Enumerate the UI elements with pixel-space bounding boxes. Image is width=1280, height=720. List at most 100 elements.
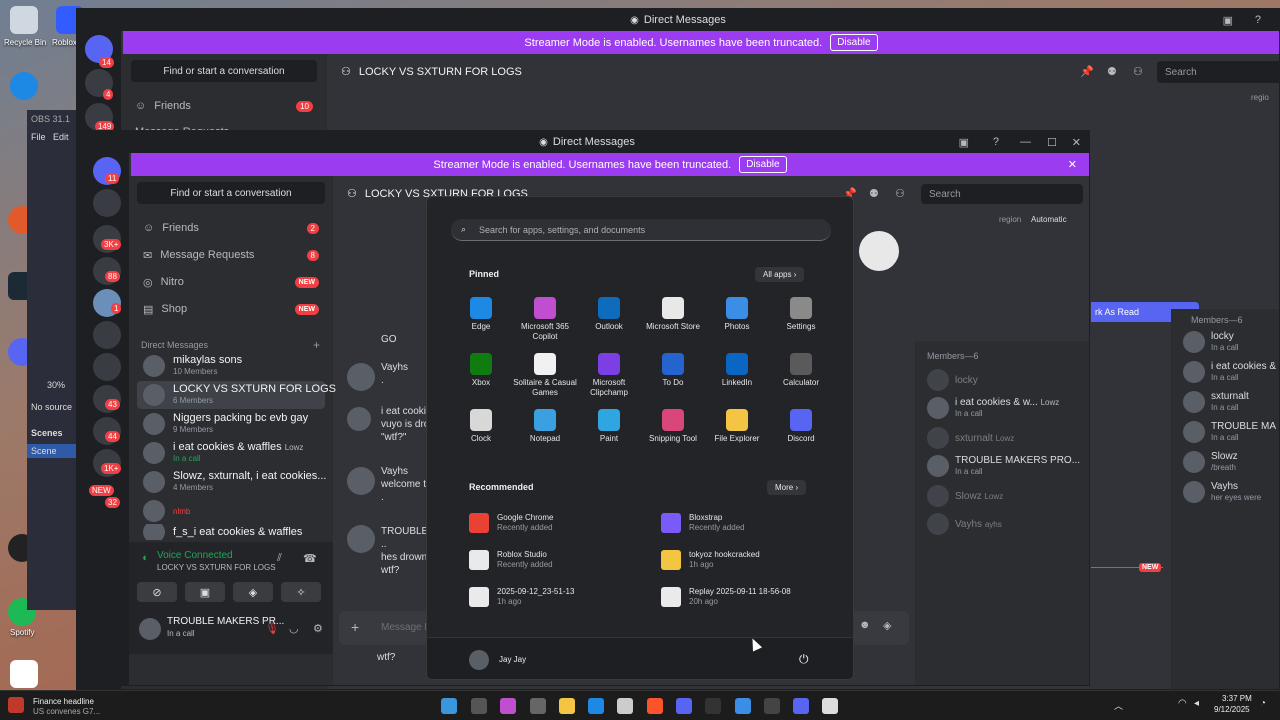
activity-button[interactable]: ◈ — [233, 582, 273, 602]
notification-bell-icon[interactable]: ◔ — [1260, 698, 1266, 709]
pinned-app[interactable]: Microsoft Clipchamp — [577, 353, 641, 398]
start-search-input[interactable]: ⌕ Search for apps, settings, and documen… — [451, 219, 831, 241]
user-avatar[interactable] — [139, 618, 161, 640]
obs-scene-item[interactable]: Scene — [27, 444, 77, 458]
soundboard-button[interactable]: ✧ — [281, 582, 321, 602]
pinned-app[interactable]: Clock — [449, 409, 513, 444]
voice-status[interactable]: Voice Connected — [157, 550, 233, 561]
pinned-app[interactable]: Notepad — [513, 409, 577, 444]
pinned-app[interactable]: Snipping Tool — [641, 409, 705, 444]
add-attachment-icon[interactable]: + — [351, 619, 359, 635]
dm-item[interactable]: mikaylas sons 10 Members — [137, 352, 325, 380]
roblox-studio-desktop-icon[interactable] — [10, 660, 38, 688]
search-input[interactable]: Search — [921, 184, 1083, 204]
member-row[interactable]: i eat cookies & w... Lowz In a call — [927, 397, 1059, 419]
help-icon[interactable]: ? — [993, 136, 999, 148]
copilot-icon[interactable] — [500, 698, 516, 714]
inbox-icon[interactable]: ▣ — [1223, 14, 1233, 27]
headphones-icon[interactable]: ◡ — [289, 622, 299, 635]
pinned-app[interactable]: Solitaire & Casual Games — [513, 353, 577, 398]
nav-message-requests[interactable]: ✉ Message Requests 8 — [137, 243, 325, 267]
pinned-app[interactable]: File Explorer — [705, 409, 769, 444]
camera-off-button[interactable]: ⊘ — [137, 582, 177, 602]
file-explorer-icon[interactable] — [559, 698, 575, 714]
dm-item[interactable]: i eat cookies & waffles Lowz In a call — [137, 439, 325, 467]
member-row[interactable]: TROUBLE MA In a call — [1183, 421, 1276, 443]
pinned-app[interactable]: Settings — [769, 297, 833, 332]
member-row[interactable]: sxturnalt Lowz — [927, 427, 1014, 449]
start-button-icon[interactable] — [441, 698, 457, 714]
news-widget[interactable]: Finance headline US convenes G7... — [8, 695, 128, 717]
edge-desktop-icon[interactable] — [10, 72, 38, 100]
noise-suppression-icon[interactable]: ⫽ — [277, 552, 282, 565]
member-row[interactable]: Vayhs ayhs — [927, 513, 1002, 535]
recommended-item[interactable]: Roblox Studio Recently added — [469, 550, 553, 570]
help-icon[interactable]: ? — [1255, 14, 1261, 26]
recommended-item[interactable]: Replay 2025-09-11 18-56-08 20h ago — [661, 587, 791, 607]
power-icon[interactable]: ⏻ — [799, 652, 809, 667]
screen-share-icon[interactable]: ▣ — [959, 136, 969, 149]
discord-icon[interactable] — [793, 698, 809, 714]
volume-icon[interactable]: ◂ — [1194, 698, 1199, 709]
find-conversation-button[interactable]: Find or start a conversation — [131, 60, 317, 82]
search-input[interactable]: Search — [1157, 61, 1279, 83]
dm-item[interactable]: nlmb — [137, 497, 325, 525]
member-row[interactable]: locky — [927, 369, 978, 391]
dm-item[interactable]: Niggers packing bc evb gay 9 Members — [137, 410, 325, 438]
member-row[interactable]: TROUBLE MAKERS PRO... In a call — [927, 455, 1080, 477]
pinned-app[interactable]: Photos — [705, 297, 769, 332]
clock-time[interactable]: 3:37 PM — [1222, 694, 1252, 703]
nav-shop[interactable]: ▤ Shop NEW — [137, 297, 325, 321]
discord-icon[interactable] — [676, 698, 692, 714]
disable-button[interactable]: Disable — [739, 156, 787, 173]
server-icon[interactable] — [93, 321, 121, 349]
notepad-icon[interactable] — [822, 698, 838, 714]
close-icon[interactable]: ✕ — [1072, 136, 1081, 149]
dm-item[interactable]: f_s_i eat cookies & waffles — [137, 524, 325, 540]
dm-item-selected[interactable]: LOCKY VS SXTURN FOR LOGS 6 Members — [137, 381, 336, 409]
disable-button[interactable]: Disable — [830, 34, 878, 51]
region-select[interactable]: Automatic — [1031, 215, 1067, 224]
obs-menu-file[interactable]: File — [31, 132, 46, 142]
app-icon[interactable] — [764, 698, 780, 714]
store-icon[interactable] — [617, 698, 633, 714]
settings-gear-icon[interactable]: ⚙ — [313, 622, 323, 635]
user-name[interactable]: Jay Jay — [499, 655, 526, 664]
recommended-item[interactable]: Google Chrome Recently added — [469, 513, 553, 533]
maximize-icon[interactable]: ☐ — [1047, 136, 1057, 149]
find-conversation-button[interactable]: Find or start a conversation — [137, 182, 325, 204]
recommended-item[interactable]: Bloxstrap Recently added — [661, 513, 745, 533]
add-member-icon[interactable]: ⚉ — [869, 187, 879, 200]
message-input[interactable]: Message L — [381, 622, 430, 633]
brave-icon[interactable] — [647, 698, 663, 714]
nav-nitro[interactable]: ◎ Nitro NEW — [137, 270, 325, 294]
obs-icon[interactable] — [705, 698, 721, 714]
voice-channel[interactable]: LOCKY VS SXTURN FOR LOGS — [157, 563, 276, 572]
profile-avatar[interactable] — [859, 231, 899, 271]
task-view-icon[interactable] — [530, 698, 546, 714]
pin-icon[interactable]: 📌 — [1080, 65, 1094, 78]
member-row[interactable]: sxturnalt In a call — [1183, 391, 1249, 413]
member-row[interactable]: i eat cookies & In a call — [1183, 361, 1276, 383]
server-icon[interactable] — [93, 189, 121, 217]
recommended-item[interactable]: tokyoz hookcracked 1h ago — [661, 550, 760, 570]
screen-share-button[interactable]: ▣ — [185, 582, 225, 602]
member-row[interactable]: Slowz/breath — [1183, 451, 1238, 473]
members-icon[interactable]: ⚇ — [895, 187, 905, 200]
mute-icon[interactable]: 🎙 — [265, 622, 279, 635]
pinned-app[interactable]: Microsoft Store — [641, 297, 705, 332]
minimize-icon[interactable]: — — [1020, 136, 1031, 148]
network-icon[interactable]: ◠ — [1178, 698, 1187, 709]
tray-chevron-icon[interactable]: ︿ — [1114, 699, 1123, 712]
member-row[interactable]: locky In a call — [1183, 331, 1239, 353]
members-icon[interactable]: ⚇ — [1133, 65, 1143, 78]
pinned-app[interactable]: Paint — [577, 409, 641, 444]
user-avatar[interactable] — [469, 650, 489, 670]
disconnect-icon[interactable]: ☎ — [303, 552, 317, 565]
pinned-app[interactable]: Edge — [449, 297, 513, 332]
emoji-icon[interactable]: ☻ — [859, 619, 871, 631]
pinned-app[interactable]: Discord — [769, 409, 833, 444]
obs-menu-edit[interactable]: Edit — [53, 132, 69, 142]
close-banner-icon[interactable]: ✕ — [1068, 158, 1077, 171]
pinned-app[interactable]: Outlook — [577, 297, 641, 332]
